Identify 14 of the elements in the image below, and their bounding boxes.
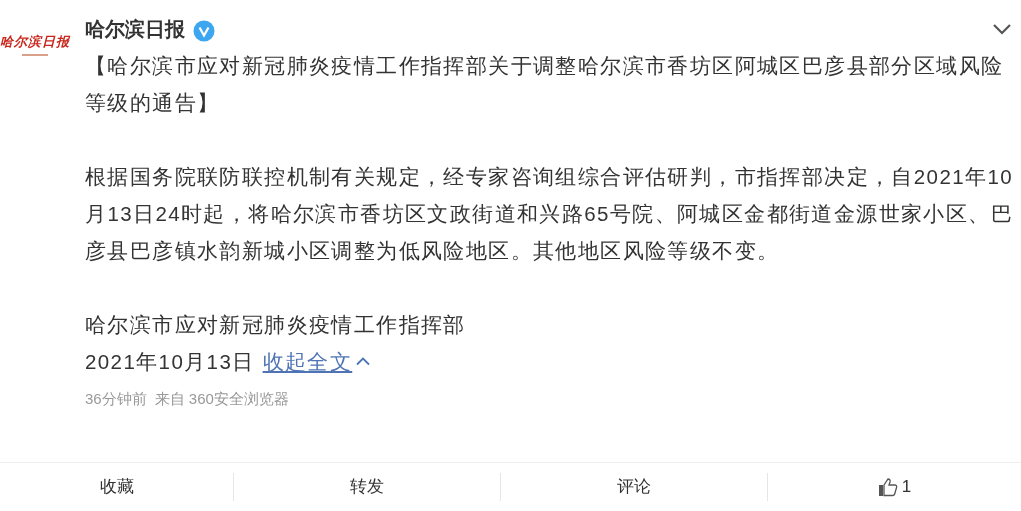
action-button[interactable]: 收藏 [0,463,233,511]
signature: 哈尔滨市应对新冠肺炎疫情工作指挥部 [85,312,467,338]
thumbs-up-icon [877,477,898,497]
like-button[interactable]: 1 [767,473,1021,501]
action-button[interactable]: 转发 [233,473,500,501]
action-button[interactable]: 评论 [500,473,767,501]
chevron-down-icon[interactable] [992,22,1012,35]
avatar-logo[interactable]: 哈尔滨日报 [0,35,70,56]
post-title: 【哈尔滨市应对新冠肺炎疫情工作指挥部关于调整哈尔滨市香坊区阿城区巴彦县部分区域风险等级的通告】 [85,53,1005,116]
post-time: 36分钟前 [85,389,147,409]
chevron-up-icon [356,357,371,366]
post-body: 根据国务院联防联控机制有关规定，经专家咨询组综合评估研判，市指挥部决定，自2021年10月13日24时起，将哈尔滨市香坊区文政街道和兴路65号院、阿城区金都街道金源世家小区、巴彦县巴彦镇水韵新城小区调整为低风险地区。其他地区风险等级不变。 [85,164,1014,264]
author-name[interactable]: 哈尔滨日报 [85,14,185,43]
post-date: 2021年10月13日 [85,349,255,375]
